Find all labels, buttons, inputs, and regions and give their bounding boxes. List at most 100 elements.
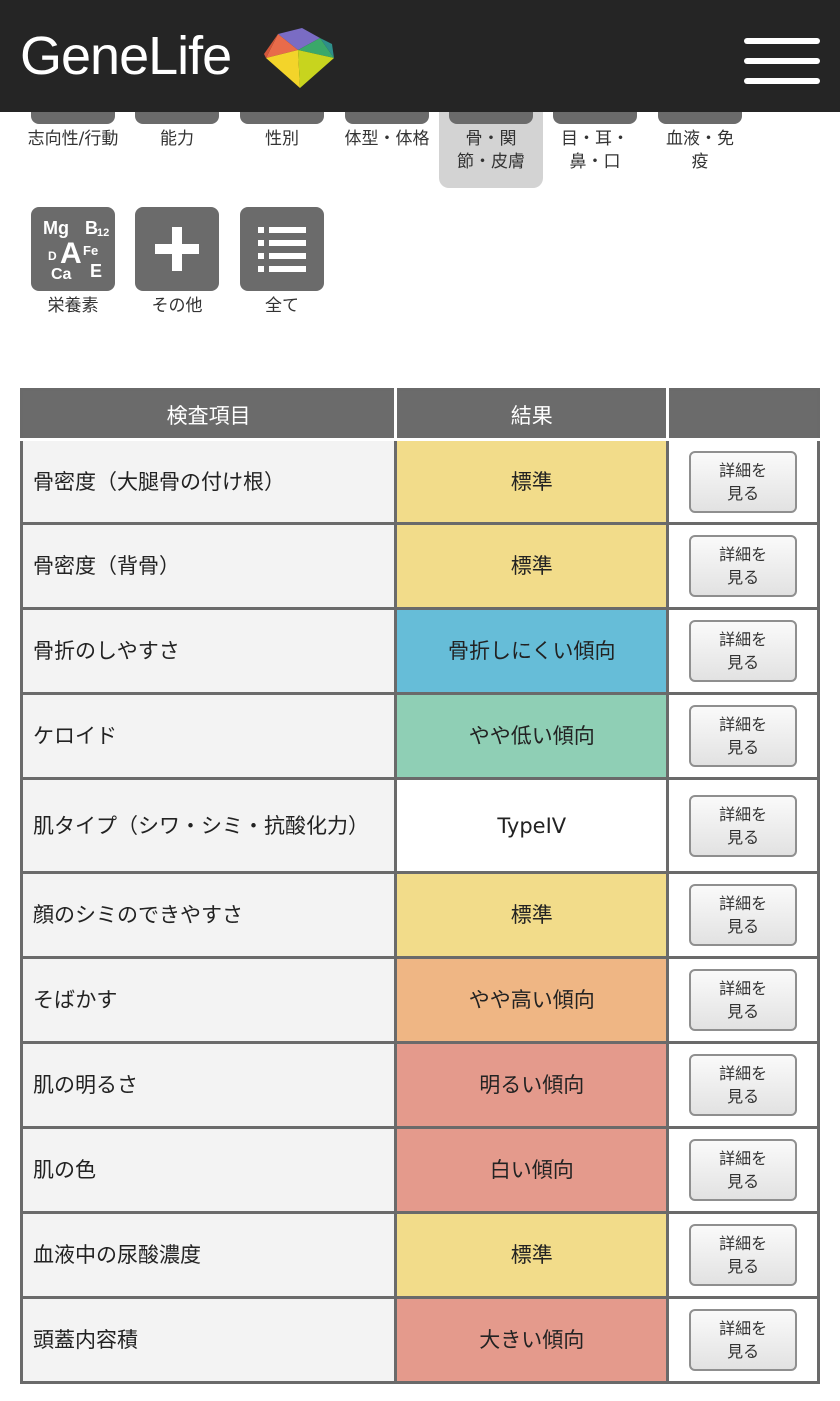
view-details-button[interactable]: 詳細を 見る <box>689 1054 798 1116</box>
category-eye-ear-nose-mouth[interactable]: 目・耳・鼻・口 <box>543 112 647 174</box>
action-cell: 詳細を 見る <box>666 777 820 874</box>
svg-text:Mg: Mg <box>43 218 69 238</box>
action-cell: 詳細を 見る <box>666 1041 820 1129</box>
view-details-button[interactable]: 詳細を 見る <box>689 450 798 513</box>
svg-text:E: E <box>90 261 102 281</box>
test-result: 大きい傾向 <box>394 1296 670 1384</box>
category-label: 志向性/行動 <box>27 129 119 149</box>
category-blood-immunity[interactable]: 血液・免疫 <box>648 112 752 174</box>
table-row: 骨密度（大腿骨の付け根） 標準 詳細を 見る <box>19 438 820 525</box>
test-item-name: 肌の色 <box>19 1126 398 1214</box>
test-result: 標準 <box>394 438 670 525</box>
category-label: 目・耳・鼻・口 <box>561 129 629 172</box>
table-row: 骨折のしやすさ 骨折しにくい傾向 詳細を 見る <box>19 607 820 695</box>
table-row: 肌の明るさ 明るい傾向 詳細を 見る <box>19 1041 820 1129</box>
test-item-name: ケロイド <box>19 692 398 780</box>
category-label: 栄養素 <box>47 296 99 316</box>
test-item-name: 肌タイプ（シワ・シミ・抗酸化力） <box>19 777 398 874</box>
category-nutrients[interactable]: Mg B 12 D A Fe Ca E 栄養素 <box>21 207 125 318</box>
test-result: 白い傾向 <box>394 1126 670 1214</box>
svg-text:Ca: Ca <box>51 266 72 283</box>
nutrients-icon: Mg B 12 D A Fe Ca E <box>31 207 115 291</box>
action-cell: 詳細を 見る <box>666 871 820 959</box>
test-result: 標準 <box>394 871 670 959</box>
test-item-name: 骨密度（背骨） <box>19 522 398 610</box>
table-row: 顔のシミのできやすさ 標準 詳細を 見る <box>19 871 820 959</box>
test-result: 標準 <box>394 1211 670 1299</box>
category-bone-joint-skin[interactable]: 骨・関節・皮膚 <box>439 112 543 188</box>
action-cell: 詳細を 見る <box>666 1211 820 1299</box>
table-row: ケロイド やや低い傾向 詳細を 見る <box>19 692 820 780</box>
category-label: 能力 <box>160 129 194 149</box>
svg-text:D: D <box>48 249 57 263</box>
action-cell: 詳細を 見る <box>666 438 820 525</box>
table-header-row: 検査項目 結果 <box>19 388 820 441</box>
category-label: 性別 <box>265 129 299 149</box>
category-tile <box>449 112 533 124</box>
test-result: 骨折しにくい傾向 <box>394 607 670 695</box>
view-details-button[interactable]: 詳細を 見る <box>689 705 798 767</box>
category-tile <box>345 112 429 124</box>
category-tile <box>31 112 115 124</box>
test-item-name: 骨密度（大腿骨の付け根） <box>19 438 398 525</box>
action-cell: 詳細を 見る <box>666 522 820 610</box>
view-details-button[interactable]: 詳細を 見る <box>689 620 798 682</box>
category-tile <box>135 112 219 124</box>
view-details-button[interactable]: 詳細を 見る <box>689 884 798 946</box>
test-result: 明るい傾向 <box>394 1041 670 1129</box>
view-details-button[interactable]: 詳細を 見る <box>689 1139 798 1201</box>
category-label: 体型・体格 <box>344 129 430 149</box>
action-cell: 詳細を 見る <box>666 1296 820 1384</box>
test-result: やや低い傾向 <box>394 692 670 780</box>
column-header-result: 結果 <box>394 388 670 441</box>
action-cell: 詳細を 見る <box>666 607 820 695</box>
category-label: 骨・関節・皮膚 <box>457 129 525 172</box>
category-label: その他 <box>151 296 203 316</box>
test-item-name: 肌の明るさ <box>19 1041 398 1129</box>
category-tile <box>240 112 324 124</box>
app-header: GeneLife <box>0 0 840 112</box>
category-tile <box>658 112 742 124</box>
test-item-name: 頭蓋内容積 <box>19 1296 398 1384</box>
logo-text[interactable]: GeneLife <box>20 26 232 86</box>
column-header-item: 検査項目 <box>19 388 398 441</box>
view-details-button[interactable]: 詳細を 見る <box>689 969 798 1031</box>
table-row: そばかす やや高い傾向 詳細を 見る <box>19 956 820 1044</box>
menu-icon[interactable] <box>744 38 820 84</box>
table-row: 肌タイプ（シワ・シミ・抗酸化力） TypeIV 詳細を 見る <box>19 777 820 874</box>
test-item-name: 血液中の尿酸濃度 <box>19 1211 398 1299</box>
list-icon <box>240 207 324 291</box>
view-details-button[interactable]: 詳細を 見る <box>689 1309 798 1371</box>
view-details-button[interactable]: 詳細を 見る <box>689 1224 798 1286</box>
category-orientation[interactable]: 志向性/行動 <box>21 112 125 151</box>
category-tile <box>553 112 637 124</box>
svg-text:Fe: Fe <box>83 243 98 258</box>
table-row: 肌の色 白い傾向 詳細を 見る <box>19 1126 820 1214</box>
view-details-button[interactable]: 詳細を 見る <box>689 794 798 857</box>
column-header-action <box>666 388 820 441</box>
table-row: 血液中の尿酸濃度 標準 詳細を 見る <box>19 1211 820 1299</box>
view-details-button[interactable]: 詳細を 見る <box>689 535 798 597</box>
action-cell: 詳細を 見る <box>666 1126 820 1214</box>
category-other[interactable]: その他 <box>125 207 229 318</box>
category-ability[interactable]: 能力 <box>125 112 229 151</box>
table-row: 骨密度（背骨） 標準 詳細を 見る <box>19 522 820 610</box>
test-result: 標準 <box>394 522 670 610</box>
category-all[interactable]: 全て <box>230 207 334 318</box>
action-cell: 詳細を 見る <box>666 692 820 780</box>
action-cell: 詳細を 見る <box>666 956 820 1044</box>
category-body-type[interactable]: 体型・体格 <box>335 112 439 151</box>
test-result: やや高い傾向 <box>394 956 670 1044</box>
test-item-name: 骨折のしやすさ <box>19 607 398 695</box>
test-result: TypeIV <box>394 777 670 874</box>
results-table: 検査項目 結果 骨密度（大腿骨の付け根） 標準 詳細を 見る 骨密度（背骨） 標準 詳細を… <box>19 388 820 1384</box>
test-item-name: そばかす <box>19 956 398 1044</box>
plus-icon <box>135 207 219 291</box>
gem-logo-icon <box>264 28 334 88</box>
test-item-name: 顔のシミのできやすさ <box>19 871 398 959</box>
svg-text:12: 12 <box>97 227 109 239</box>
category-gender[interactable]: 性別 <box>230 112 334 151</box>
table-row: 頭蓋内容積 大きい傾向 詳細を 見る <box>19 1296 820 1384</box>
category-label: 血液・免疫 <box>666 129 734 172</box>
category-label: 全て <box>265 296 299 316</box>
